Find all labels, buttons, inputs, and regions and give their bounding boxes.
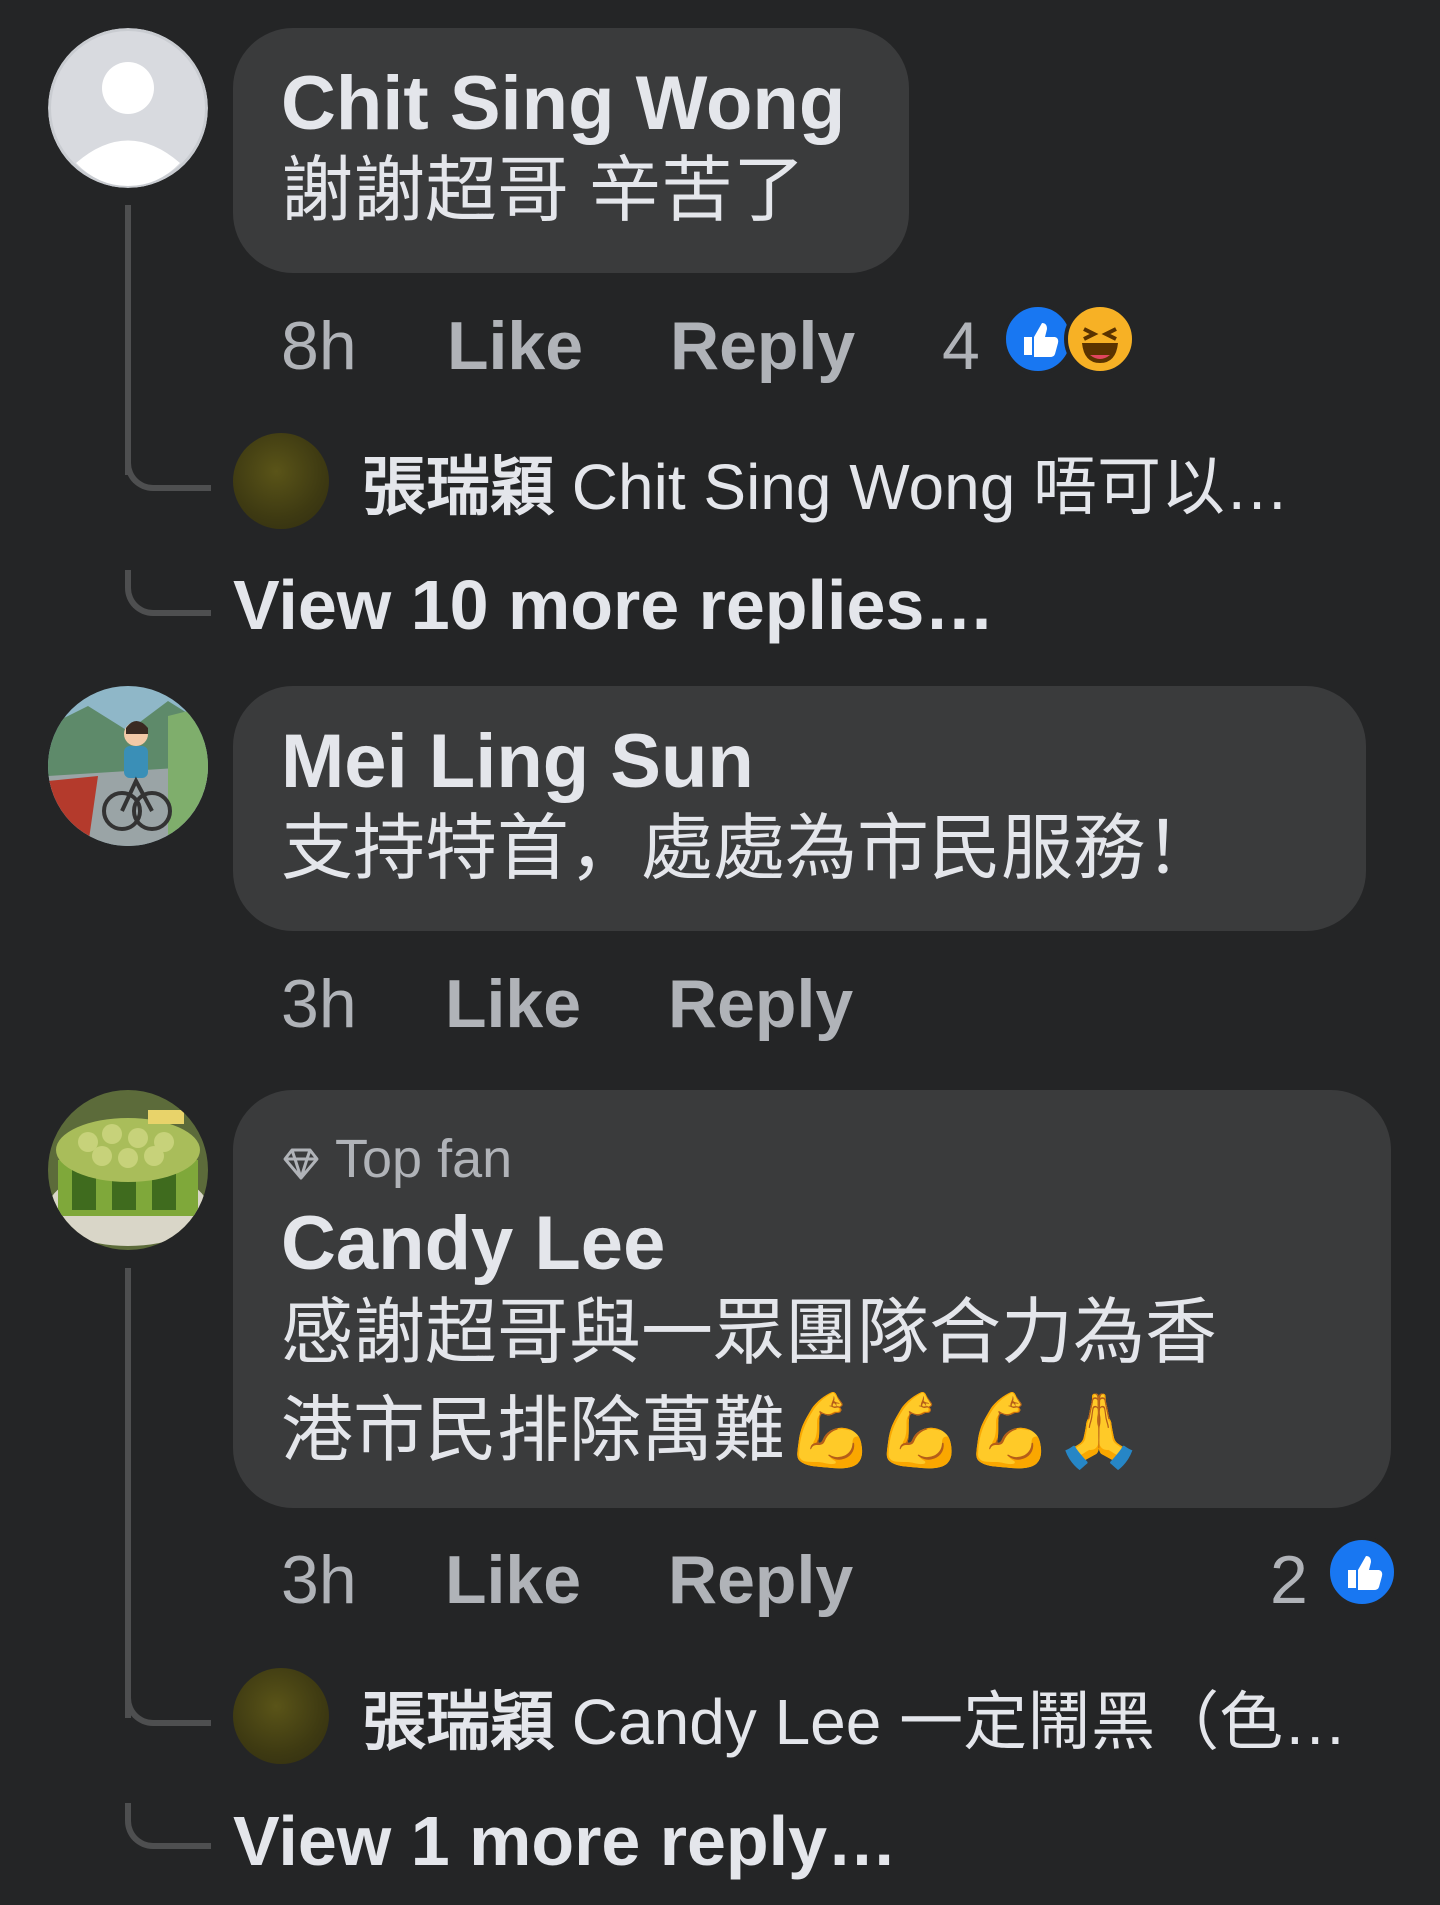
comment-author[interactable]: Chit Sing Wong (281, 66, 845, 142)
haha-icon[interactable] (1064, 303, 1136, 375)
avatar-default[interactable] (48, 28, 208, 188)
reaction-count[interactable]: 4 (942, 312, 980, 380)
avatar-photo[interactable] (48, 686, 208, 846)
comment-text: 感謝超哥與一眾團隊合力為香 (281, 1293, 1218, 1373)
diamond-icon (281, 1136, 321, 1190)
reply-avatar[interactable] (233, 1668, 329, 1764)
reply-author[interactable]: 張瑞穎 (362, 451, 554, 523)
reply-button[interactable]: Reply (670, 312, 855, 380)
comment-bubble: Mei Ling Sun 支持特首，處處為市民服務！ (233, 686, 1366, 931)
comment-author[interactable]: Mei Ling Sun (281, 724, 754, 800)
reply-avatar[interactable] (233, 433, 329, 529)
reply-preview[interactable]: 張瑞穎 Chit Sing Wong 唔可以… (362, 455, 1289, 519)
avatar-photo[interactable] (48, 1090, 208, 1250)
comment-text: 港市民排除萬難💪💪💪🙏 (281, 1391, 1144, 1471)
reaction-count[interactable]: 2 (1270, 1546, 1308, 1614)
reply-button[interactable]: Reply (668, 1546, 853, 1614)
like-icon[interactable] (1326, 1536, 1398, 1608)
comment-bubble: Chit Sing Wong 謝謝超哥 辛苦了 (233, 28, 909, 273)
reply-snippet: Chit Sing Wong 唔可以… (571, 451, 1290, 523)
comment-bubble: Top fan Candy Lee 感謝超哥與一眾團隊合力為香 港市民排除萬難💪… (233, 1090, 1391, 1508)
like-button[interactable]: Like (447, 312, 583, 380)
reply-button[interactable]: Reply (668, 970, 853, 1038)
thread-line (125, 205, 131, 475)
reply-snippet: Candy Lee 一定鬧黑（色… (571, 1686, 1348, 1758)
like-button[interactable]: Like (445, 1546, 581, 1614)
thread-connector (125, 445, 211, 491)
reply-preview[interactable]: 張瑞穎 Candy Lee 一定鬧黑（色… (362, 1690, 1347, 1754)
view-more-replies[interactable]: View 1 more reply… (233, 1806, 897, 1876)
thread-connector (125, 1680, 211, 1726)
like-button[interactable]: Like (445, 970, 581, 1038)
comment-time[interactable]: 3h (281, 1546, 357, 1614)
comment-text: 支持特首，處處為市民服務！ (281, 809, 1218, 889)
view-more-replies[interactable]: View 10 more replies… (233, 570, 994, 640)
comment-time[interactable]: 3h (281, 970, 357, 1038)
top-fan-label: Top fan (335, 1129, 513, 1189)
thread-line (125, 1268, 131, 1718)
comment-author[interactable]: Candy Lee (281, 1206, 665, 1282)
comment-time[interactable]: 8h (281, 312, 357, 380)
thread-connector (125, 570, 211, 616)
comment-text: 謝謝超哥 辛苦了 (281, 151, 806, 231)
reply-author[interactable]: 張瑞穎 (362, 1686, 554, 1758)
thread-connector (125, 1803, 211, 1849)
top-fan-badge: Top fan (281, 1132, 512, 1190)
